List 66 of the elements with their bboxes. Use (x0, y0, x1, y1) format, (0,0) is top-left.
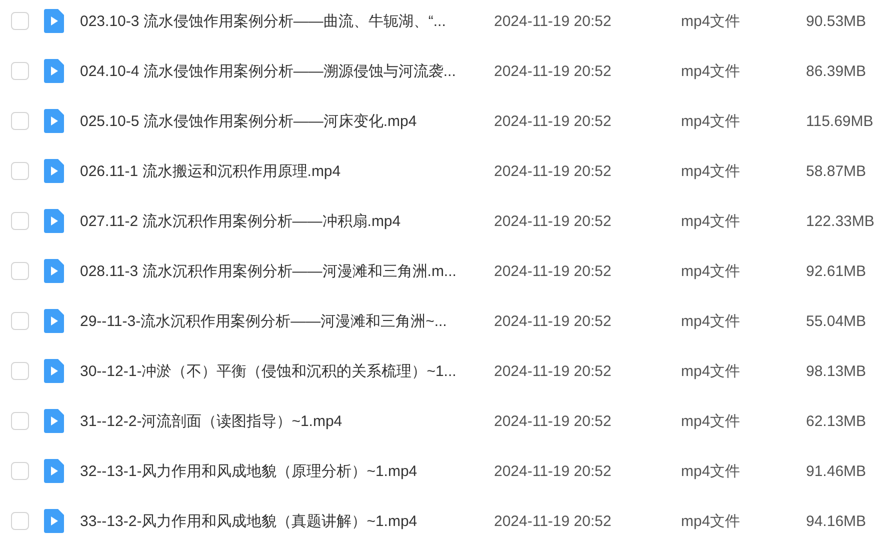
video-file-icon (44, 409, 64, 433)
file-size: 55.04MB (806, 312, 866, 330)
modified-date: 2024-11-19 20:52 (494, 212, 612, 230)
modified-date: 2024-11-19 20:52 (494, 312, 612, 330)
file-name[interactable]: 023.10-3 流水侵蚀作用案例分析——曲流、牛轭湖、“... (80, 12, 494, 30)
video-file-icon (44, 359, 64, 383)
file-size: 92.61MB (806, 262, 866, 280)
checkbox[interactable] (11, 512, 29, 530)
video-file-icon (44, 259, 64, 283)
file-size: 90.53MB (806, 12, 866, 30)
file-type: mp4文件 (681, 412, 742, 430)
file-type: mp4文件 (681, 62, 742, 80)
modified-date: 2024-11-19 20:52 (494, 362, 612, 380)
file-name[interactable]: 027.11-2 流水沉积作用案例分析——冲积扇.mp4 (80, 212, 494, 230)
file-type: mp4文件 (681, 162, 742, 180)
file-type: mp4文件 (681, 312, 742, 330)
video-file-icon (44, 109, 64, 133)
checkbox[interactable] (11, 362, 29, 380)
file-type: mp4文件 (681, 212, 742, 230)
file-name[interactable]: 026.11-1 流水搬运和沉积作用原理.mp4 (80, 162, 494, 180)
modified-date: 2024-11-19 20:52 (494, 412, 612, 430)
file-name[interactable]: 30--12-1-冲淤（不）平衡（侵蚀和沉积的关系梳理）~1... (80, 362, 494, 380)
file-name[interactable]: 025.10-5 流水侵蚀作用案例分析——河床变化.mp4 (80, 112, 494, 130)
modified-date: 2024-11-19 20:52 (494, 512, 612, 530)
video-file-icon (44, 209, 64, 233)
file-type: mp4文件 (681, 112, 742, 130)
file-name[interactable]: 32--13-1-风力作用和风成地貌（原理分析）~1.mp4 (80, 462, 494, 480)
video-file-icon (44, 59, 64, 83)
file-size: 94.16MB (806, 512, 866, 530)
file-type: mp4文件 (681, 512, 742, 530)
file-type: mp4文件 (681, 262, 742, 280)
checkbox[interactable] (11, 412, 29, 430)
modified-date: 2024-11-19 20:52 (494, 12, 612, 30)
checkbox[interactable] (11, 462, 29, 480)
file-type: mp4文件 (681, 12, 742, 30)
file-size: 115.69MB (806, 112, 874, 130)
checkbox[interactable] (11, 62, 29, 80)
checkbox[interactable] (11, 162, 29, 180)
file-size: 91.46MB (806, 462, 866, 480)
file-size: 86.39MB (806, 62, 866, 80)
file-name[interactable]: 33--13-2-风力作用和风成地貌（真题讲解）~1.mp4 (80, 512, 494, 530)
checkbox[interactable] (11, 212, 29, 230)
checkbox[interactable] (11, 262, 29, 280)
modified-date: 2024-11-19 20:52 (494, 462, 612, 480)
video-file-icon (44, 309, 64, 333)
file-name[interactable]: 024.10-4 流水侵蚀作用案例分析——溯源侵蚀与河流袭... (80, 62, 494, 80)
file-type: mp4文件 (681, 362, 742, 380)
file-type: mp4文件 (681, 462, 742, 480)
file-size: 122.33MB (806, 212, 874, 230)
video-file-icon (44, 509, 64, 533)
file-name[interactable]: 31--12-2-河流剖面（读图指导）~1.mp4 (80, 412, 494, 430)
file-name[interactable]: 028.11-3 流水沉积作用案例分析——河漫滩和三角洲.m... (80, 262, 494, 280)
modified-date: 2024-11-19 20:52 (494, 262, 612, 280)
checkbox[interactable] (11, 112, 29, 130)
video-file-icon (44, 459, 64, 483)
file-size: 98.13MB (806, 362, 866, 380)
checkbox[interactable] (11, 12, 29, 30)
video-file-icon (44, 9, 64, 33)
modified-date: 2024-11-19 20:52 (494, 112, 612, 130)
checkbox[interactable] (11, 312, 29, 330)
video-file-icon (44, 159, 64, 183)
file-size: 58.87MB (806, 162, 866, 180)
modified-date: 2024-11-19 20:52 (494, 162, 612, 180)
file-name[interactable]: 29--11-3-流水沉积作用案例分析——河漫滩和三角洲~... (80, 312, 494, 330)
file-size: 62.13MB (806, 412, 866, 430)
modified-date: 2024-11-19 20:52 (494, 62, 612, 80)
